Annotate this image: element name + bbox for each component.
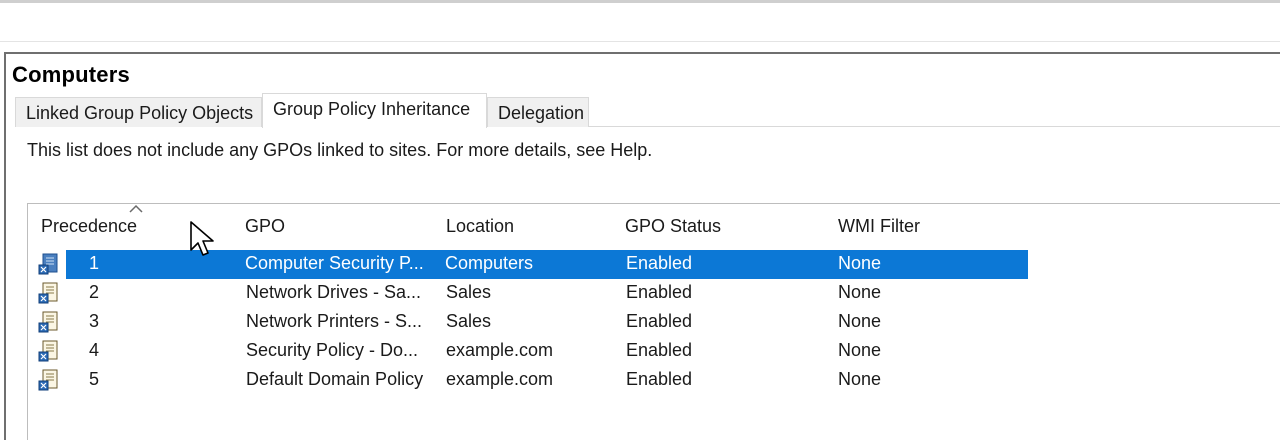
cell-location: Sales: [446, 311, 492, 331]
inheritance-notice: This list does not include any GPOs link…: [27, 140, 653, 160]
column-header-gpo[interactable]: GPO: [245, 216, 285, 237]
table-row[interactable]: 4 Security Policy - Do... example.com En…: [28, 337, 1028, 366]
top-toolbar-area: [0, 0, 1280, 42]
cell-precedence: 2: [89, 282, 100, 302]
table-row[interactable]: 1 Computer Security P... Computers Enabl…: [28, 250, 1028, 279]
cell-location: example.com: [446, 340, 554, 360]
cell-wmi-filter: None: [838, 253, 882, 273]
cell-status: Enabled: [626, 369, 693, 389]
gpo-scroll-icon: [38, 340, 58, 362]
column-header-location[interactable]: Location: [446, 216, 514, 237]
cell-location: Sales: [446, 282, 492, 302]
gpo-scroll-icon: [38, 369, 58, 391]
cell-gpo: Network Printers - S...: [246, 311, 423, 331]
column-header-precedence[interactable]: Precedence: [41, 216, 137, 237]
mouse-cursor-icon: [190, 221, 214, 256]
cell-precedence: 5: [89, 369, 100, 389]
gpo-scroll-icon: [38, 282, 58, 304]
column-header-gpo-status[interactable]: GPO Status: [625, 216, 721, 237]
cell-wmi-filter: None: [838, 340, 882, 360]
cell-precedence: 1: [89, 253, 100, 273]
sort-ascending-icon: [129, 204, 143, 213]
cell-gpo: Network Drives - Sa...: [246, 282, 422, 302]
column-header-wmi-filter[interactable]: WMI Filter: [838, 216, 920, 237]
table-row[interactable]: 3 Network Printers - S... Sales Enabled …: [28, 308, 1028, 337]
cell-location: Computers: [445, 253, 534, 273]
cell-status: Enabled: [626, 340, 693, 360]
cell-precedence: 4: [89, 340, 100, 360]
cell-gpo: Security Policy - Do...: [246, 340, 419, 360]
cell-gpo: Default Domain Policy: [246, 369, 424, 389]
cell-gpo: Computer Security P...: [245, 253, 424, 273]
cell-wmi-filter: None: [838, 311, 882, 331]
gpo-scroll-icon: [38, 311, 58, 333]
cell-status: Enabled: [626, 311, 693, 331]
panel-title: Computers: [12, 62, 130, 87]
cell-location: example.com: [446, 369, 554, 389]
tab-linked-gpos[interactable]: Linked Group Policy Objects: [15, 97, 262, 127]
tab-delegation[interactable]: Delegation: [487, 97, 589, 127]
cell-precedence: 3: [89, 311, 100, 331]
tab-strip: Linked Group Policy Objects Group Policy…: [15, 93, 1280, 128]
cell-status: Enabled: [626, 253, 693, 273]
table-row[interactable]: 2 Network Drives - Sa... Sales Enabled N…: [28, 279, 1028, 308]
cell-status: Enabled: [626, 282, 693, 302]
cell-wmi-filter: None: [838, 369, 882, 389]
cell-wmi-filter: None: [838, 282, 882, 302]
table-row[interactable]: 5 Default Domain Policy example.com Enab…: [28, 366, 1028, 395]
top-divider: [0, 0, 1280, 3]
tab-gp-inheritance[interactable]: Group Policy Inheritance: [262, 93, 487, 128]
gpo-scroll-icon: [38, 253, 58, 275]
